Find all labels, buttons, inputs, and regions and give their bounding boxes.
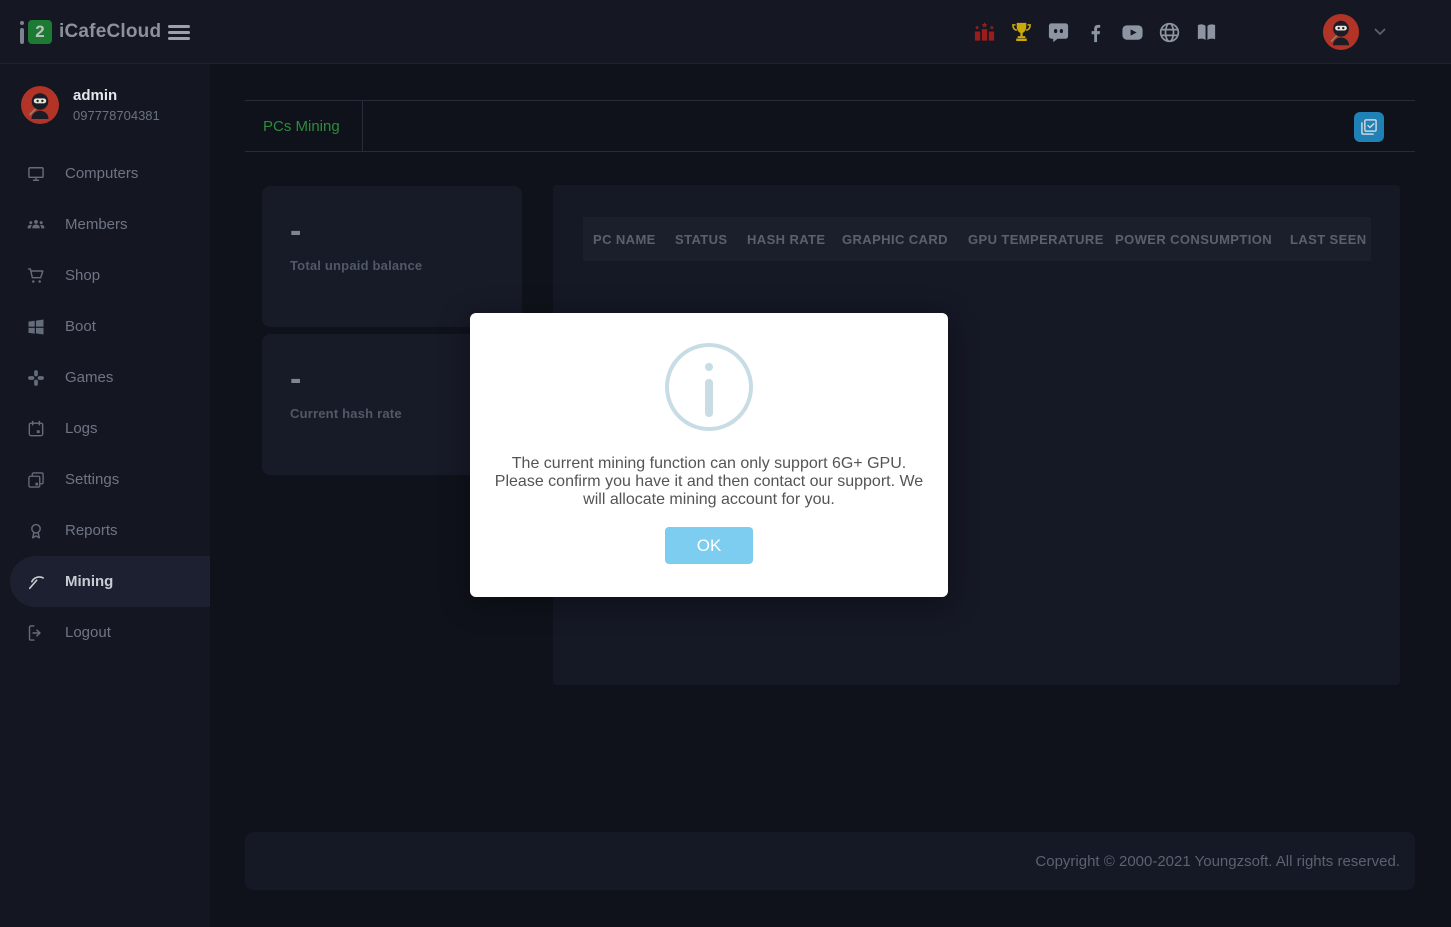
info-icon (665, 343, 753, 431)
youtube-icon[interactable] (1120, 20, 1144, 44)
table-header-row: PC NAME STATUS HASH RATE GRAPHIC CARD GP… (583, 217, 1371, 261)
ranking-icon[interactable] (972, 20, 996, 44)
stat-label: Total unpaid balance (290, 258, 502, 273)
sidebar-item-computers[interactable]: Computers (0, 148, 210, 199)
sidebar-item-members[interactable]: Members (0, 199, 210, 250)
facebook-icon[interactable] (1083, 20, 1107, 44)
copyright-text: Copyright © 2000-2021 Youngzsoft. All ri… (1035, 853, 1400, 870)
sidebar-item-boot[interactable]: Boot (0, 301, 210, 352)
hamburger-icon[interactable] (168, 25, 190, 43)
logout-icon (26, 623, 46, 643)
profile-name: admin (73, 87, 160, 104)
table-header-power-consumption: POWER CONSUMPTION (1115, 232, 1290, 247)
games-icon (26, 368, 46, 388)
logs-icon (26, 419, 46, 439)
sidebar-item-mining[interactable]: Mining (10, 556, 210, 607)
stat-card-unpaid-balance: - Total unpaid balance (262, 186, 522, 327)
profile-phone: 097778704381 (73, 108, 160, 123)
sidebar-item-label: Shop (65, 267, 100, 284)
info-dialog: The current mining function can only sup… (470, 313, 948, 597)
sidebar-item-logout[interactable]: Logout (0, 607, 210, 658)
edit-mining-button[interactable] (1354, 112, 1384, 142)
discord-icon[interactable] (1046, 20, 1070, 44)
table-header-hash-rate: HASH RATE (747, 232, 842, 247)
table-header-status: STATUS (675, 232, 747, 247)
logo-text: iCafeCloud (59, 21, 161, 43)
sidebar-item-logs[interactable]: Logs (0, 403, 210, 454)
sidebar-item-settings[interactable]: Settings (0, 454, 210, 505)
sidebar-menu: Computers Members Shop (0, 148, 210, 658)
docs-icon[interactable] (1194, 20, 1218, 44)
sidebar-item-label: Mining (65, 573, 113, 590)
sidebar-item-label: Reports (65, 522, 118, 539)
sidebar-item-label: Computers (65, 165, 138, 182)
logo-square-icon: 2 (28, 20, 52, 44)
edit-check-icon (1359, 117, 1379, 137)
table-header-graphic-card: GRAPHIC CARD (842, 232, 968, 247)
sidebar-item-reports[interactable]: Reports (0, 505, 210, 556)
dialog-message: The current mining function can only sup… (489, 455, 929, 509)
sidebar-item-label: Logs (65, 420, 98, 437)
ninja-avatar-icon (20, 85, 60, 125)
user-menu[interactable] (1322, 0, 1386, 64)
trophy-icon[interactable] (1009, 20, 1033, 44)
tabbar: PCs Mining (245, 100, 1415, 152)
sidebar-item-label: Settings (65, 471, 119, 488)
sidebar-item-label: Logout (65, 624, 111, 641)
sidebar-item-label: Games (65, 369, 113, 386)
mining-icon (26, 572, 46, 592)
table-header-last-seen: LAST SEEN (1290, 232, 1371, 247)
settings-icon (26, 470, 46, 490)
reports-icon (26, 521, 46, 541)
globe-icon[interactable] (1157, 20, 1181, 44)
sidebar-item-label: Members (65, 216, 128, 233)
ninja-avatar-icon (1322, 13, 1360, 51)
tab-pcs-mining[interactable]: PCs Mining (245, 101, 363, 151)
stat-value: - (290, 224, 502, 238)
table-header-pc-name: PC NAME (593, 232, 675, 247)
sidebar-item-shop[interactable]: Shop (0, 250, 210, 301)
app-logo: 2 iCafeCloud (20, 0, 161, 64)
members-icon (26, 215, 46, 235)
topbar: 2 iCafeCloud (0, 0, 1451, 64)
logo-i-glyph (20, 21, 24, 44)
sidebar-item-games[interactable]: Games (0, 352, 210, 403)
topbar-icon-row (972, 0, 1218, 64)
ok-button[interactable]: OK (665, 527, 753, 564)
computers-icon (26, 164, 46, 184)
footer-bar: Copyright © 2000-2021 Youngzsoft. All ri… (245, 832, 1415, 890)
tab-label: PCs Mining (263, 118, 340, 135)
table-header-gpu-temperature: GPU TEMPERATURE (968, 232, 1115, 247)
shop-icon (26, 266, 46, 286)
chevron-down-icon (1374, 28, 1386, 36)
sidebar-item-label: Boot (65, 318, 96, 335)
boot-icon (26, 317, 46, 337)
sidebar-profile: admin 097778704381 (0, 64, 210, 146)
sidebar: admin 097778704381 Computers Members (0, 64, 210, 927)
